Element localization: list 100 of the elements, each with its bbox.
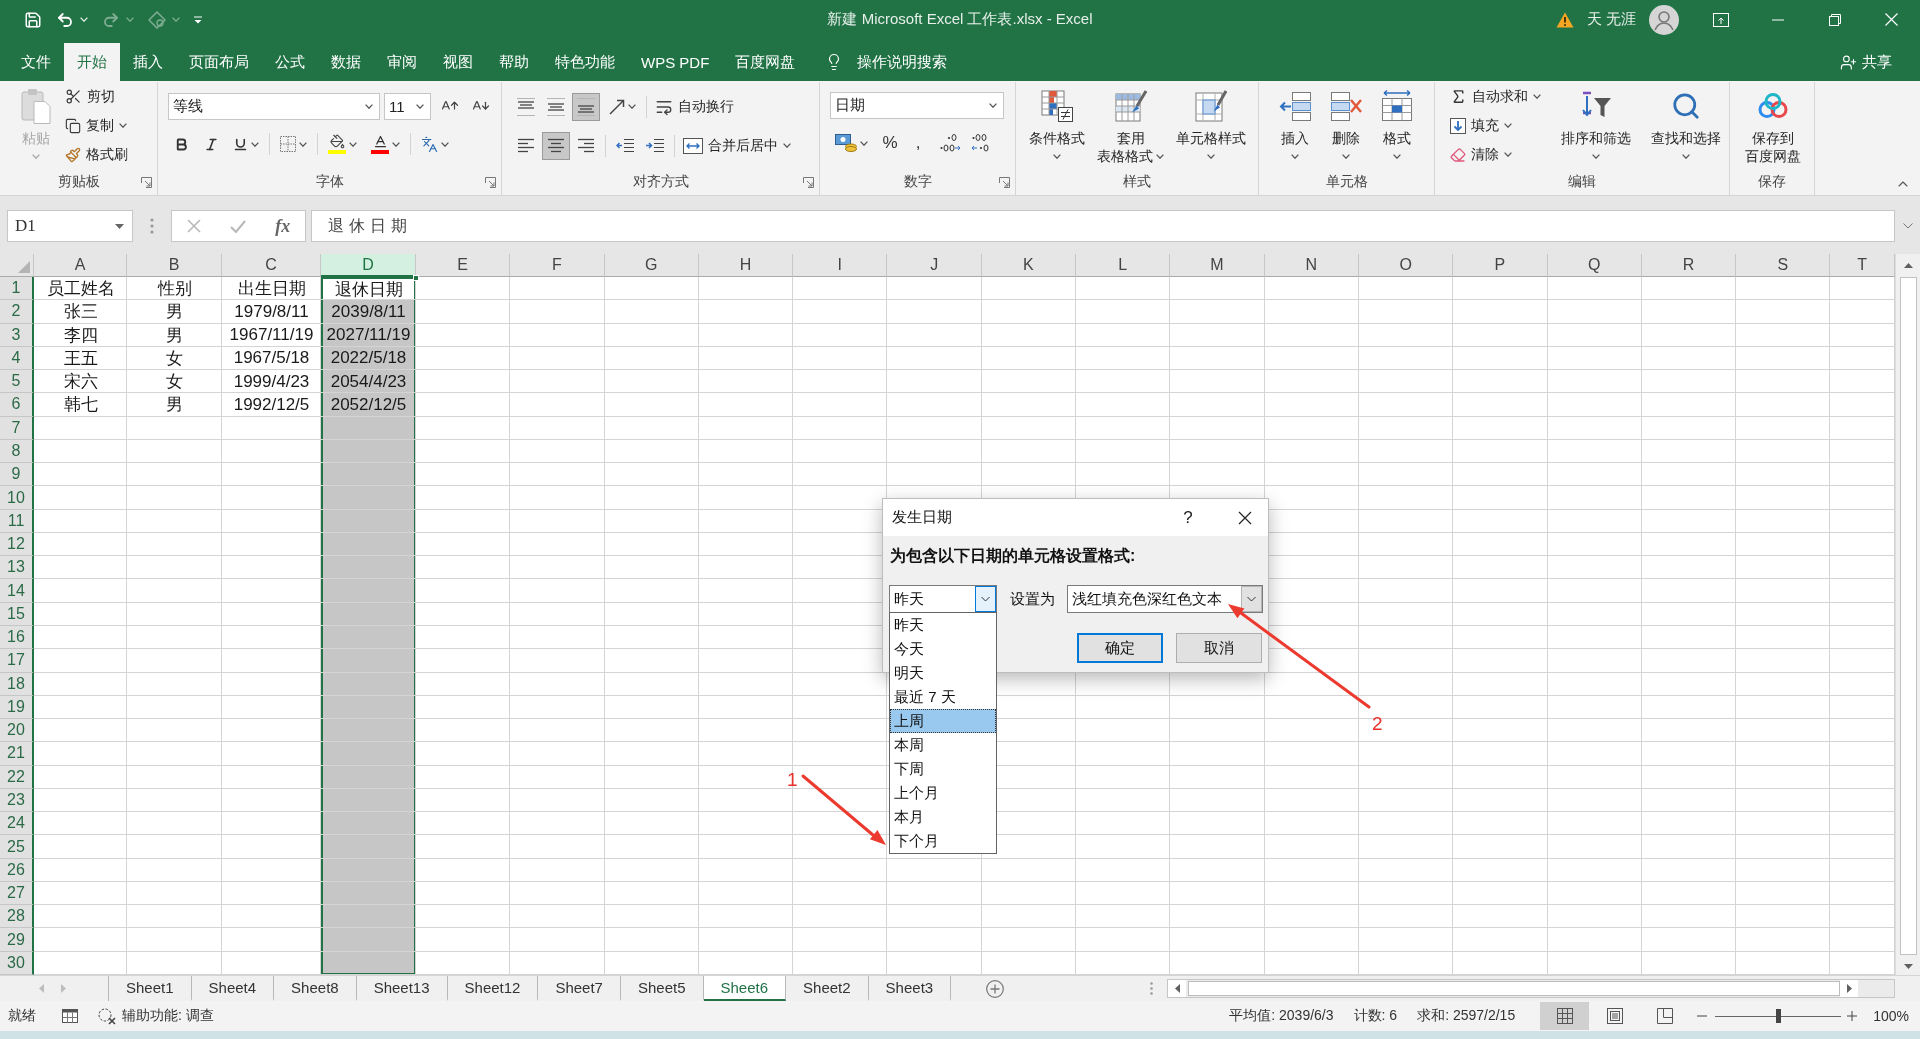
ribbon-tab[interactable]: 公式: [262, 43, 318, 81]
dropdown-option[interactable]: 本周: [890, 733, 996, 757]
dialog-launcher-icon[interactable]: [803, 177, 814, 188]
column-header[interactable]: E: [416, 254, 511, 277]
column-header[interactable]: I: [793, 254, 888, 277]
row-header[interactable]: 11: [0, 509, 34, 533]
row-header[interactable]: 10: [0, 486, 34, 510]
cell-styles-button[interactable]: 单元格样式: [1173, 82, 1249, 165]
row-header[interactable]: 19: [0, 695, 34, 720]
delete-cells-button[interactable]: 删除: [1324, 82, 1368, 165]
accessibility-button[interactable]: 辅助功能: 调查: [98, 1007, 214, 1025]
fill-button[interactable]: 填充: [1447, 111, 1544, 140]
dialog-button[interactable]: 确定: [1077, 633, 1163, 663]
comma-style-button[interactable]: ,: [905, 129, 931, 157]
normal-view-button[interactable]: [1540, 1002, 1590, 1030]
row-header[interactable]: 23: [0, 788, 34, 813]
column-header[interactable]: P: [1453, 254, 1548, 277]
date-select[interactable]: 昨天: [889, 585, 997, 613]
dropdown-option[interactable]: 昨天: [890, 613, 996, 637]
ribbon-tab[interactable]: 页面布局: [176, 43, 262, 81]
zoom-slider-thumb[interactable]: [1776, 1009, 1782, 1023]
dropdown-option[interactable]: 下周: [890, 757, 996, 781]
column-header[interactable]: N: [1264, 254, 1359, 277]
dropdown-option[interactable]: 今天: [890, 637, 996, 661]
column-header[interactable]: Q: [1547, 254, 1642, 277]
column-header[interactable]: A: [34, 254, 127, 277]
ribbon-tab[interactable]: 插入: [120, 43, 176, 81]
column-header[interactable]: R: [1641, 254, 1737, 277]
conditional-formatting-button[interactable]: 条件格式: [1026, 82, 1088, 165]
ribbon-tab[interactable]: 特色功能: [542, 43, 628, 81]
insert-cells-button[interactable]: 插入: [1273, 82, 1317, 165]
column-header[interactable]: C: [222, 254, 321, 277]
row-header[interactable]: 1: [0, 277, 34, 301]
row-header[interactable]: 21: [0, 742, 34, 766]
row-header[interactable]: 9: [0, 463, 34, 487]
column-header[interactable]: S: [1736, 254, 1831, 277]
ribbon-tab[interactable]: 帮助: [486, 43, 542, 81]
column-header[interactable]: D: [321, 254, 416, 277]
column-header[interactable]: L: [1076, 254, 1171, 277]
row-header[interactable]: 16: [0, 626, 34, 650]
column-header[interactable]: G: [604, 254, 699, 277]
scrollbar-thumb[interactable]: [1899, 277, 1917, 955]
autosum-button[interactable]: 自动求和: [1447, 82, 1544, 111]
ribbon-tab[interactable]: 审阅: [374, 43, 430, 81]
format-select[interactable]: 浅红填充色深红色文本: [1067, 585, 1263, 613]
find-select-button[interactable]: 查找和选择: [1648, 82, 1724, 165]
cut-button[interactable]: 剪切: [62, 82, 131, 111]
row-header[interactable]: 17: [0, 649, 34, 673]
align-center-button[interactable]: [542, 131, 570, 160]
column-header[interactable]: K: [981, 254, 1077, 277]
dropdown-option[interactable]: 上周: [890, 709, 996, 733]
ribbon-tab[interactable]: WPS PDF: [628, 43, 723, 81]
format-painter-button[interactable]: 格式刷: [62, 140, 131, 169]
row-header[interactable]: 15: [0, 602, 34, 626]
row-header[interactable]: 13: [0, 556, 34, 580]
insert-function-button[interactable]: fx: [273, 214, 293, 238]
scroll-left-button[interactable]: [1168, 980, 1186, 997]
dropdown-option[interactable]: 上个月: [890, 781, 996, 805]
ribbon-tab[interactable]: 文件: [8, 43, 64, 81]
row-header[interactable]: 14: [0, 579, 34, 603]
name-box[interactable]: D1: [7, 210, 133, 242]
ribbon-tab[interactable]: 开始: [64, 43, 120, 81]
column-header[interactable]: T: [1830, 254, 1895, 277]
help-button[interactable]: ?: [1176, 504, 1200, 531]
format-cells-button[interactable]: 格式: [1375, 82, 1419, 165]
row-header[interactable]: 22: [0, 765, 34, 789]
save-to-cloud-button[interactable]: 保存到 百度网盘: [1742, 82, 1804, 165]
ribbon-tab[interactable]: 视图: [430, 43, 486, 81]
row-header[interactable]: 12: [0, 532, 34, 557]
dropdown-option[interactable]: 下个月: [890, 829, 996, 853]
dialog-launcher-icon[interactable]: [141, 177, 152, 188]
sort-filter-button[interactable]: 排序和筛选: [1558, 82, 1634, 165]
ribbon-tab[interactable]: 数据: [318, 43, 374, 81]
zoom-in-button[interactable]: [1847, 1011, 1858, 1021]
column-header[interactable]: H: [698, 254, 794, 277]
number-format-select[interactable]: 日期: [830, 92, 1004, 119]
dropdown-option[interactable]: 明天: [890, 661, 996, 685]
dialog-launcher-icon[interactable]: [485, 177, 496, 188]
merge-center-button[interactable]: 合并后居中: [680, 131, 794, 160]
scrollbar-thumb[interactable]: [1188, 981, 1840, 996]
font-name-select[interactable]: 等线: [168, 92, 380, 120]
row-header[interactable]: 2: [0, 300, 34, 324]
scroll-right-button[interactable]: [1840, 980, 1858, 997]
copy-button[interactable]: 复制: [62, 111, 131, 140]
row-header[interactable]: 7: [0, 416, 34, 440]
row-header[interactable]: 18: [0, 672, 34, 696]
clear-button[interactable]: 清除: [1447, 140, 1544, 169]
row-header[interactable]: 5: [0, 370, 34, 394]
column-header[interactable]: F: [510, 254, 605, 277]
row-header[interactable]: 8: [0, 439, 34, 464]
row-header[interactable]: 24: [0, 812, 34, 836]
ribbon-tab[interactable]: 百度网盘: [722, 43, 809, 81]
share-button[interactable]: 共享: [1840, 43, 1892, 81]
row-header[interactable]: 30: [0, 951, 34, 975]
tell-me-search[interactable]: 操作说明搜索: [825, 43, 948, 81]
row-header[interactable]: 20: [0, 719, 34, 743]
sheet-tab[interactable]: Sheet6: [703, 976, 787, 1001]
macro-button[interactable]: [62, 1009, 78, 1023]
row-header[interactable]: 29: [0, 928, 34, 952]
column-header[interactable]: B: [127, 254, 222, 277]
